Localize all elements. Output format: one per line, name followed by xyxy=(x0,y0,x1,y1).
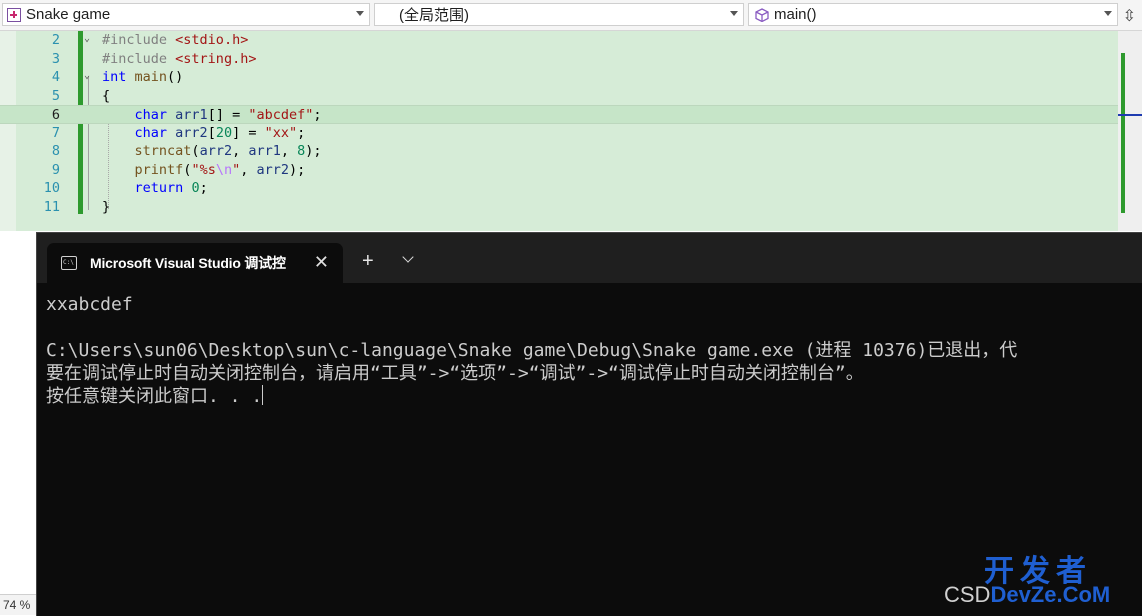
split-icon[interactable]: ⇳ xyxy=(1123,6,1136,26)
chevron-down-icon xyxy=(1104,11,1112,16)
close-icon[interactable]: ✕ xyxy=(314,253,329,271)
console-output-line: C:\Users\sun06\Desktop\sun\c-language\Sn… xyxy=(46,340,1018,361)
console-prompt-text: 按任意键关闭此窗口. . . xyxy=(46,386,263,407)
console-output-line: 按任意键关闭此窗口. . . xyxy=(46,385,264,408)
code-text: { xyxy=(102,87,111,104)
cube-icon xyxy=(755,7,769,22)
caret-position-marker xyxy=(1118,114,1142,116)
code-line: 9 printf("%s\n", arr2); xyxy=(0,161,1118,180)
fold-toggle-icon[interactable]: ⌄ xyxy=(84,71,93,81)
zoom-level[interactable]: 74 % xyxy=(0,594,36,615)
chevron-down-icon xyxy=(730,11,738,16)
console-tab-title: Microsoft Visual Studio 调试控 xyxy=(90,255,286,271)
watermark-brand: CSDDevZe.CoM xyxy=(944,582,1110,608)
code-text: int main() xyxy=(102,69,184,85)
change-marker xyxy=(1121,53,1125,213)
line-number: 8 xyxy=(51,143,60,159)
code-line: 7 char arr2[20] = "xx"; xyxy=(0,124,1118,143)
code-line: 8 strncat(arr2, arr1, 8); xyxy=(0,142,1118,161)
scope-dropdown[interactable]: (全局范围) xyxy=(374,3,744,26)
line-number: 4 xyxy=(51,69,60,85)
line-number: 9 xyxy=(51,161,60,178)
code-editor[interactable]: 2 ⌄ #include <stdio.h> 3 #include <strin… xyxy=(0,31,1118,231)
code-text: #include <stdio.h> xyxy=(102,32,249,48)
code-text: char arr2[20] = "xx"; xyxy=(134,124,306,141)
code-line: 11 } xyxy=(0,198,1118,217)
line-number: 7 xyxy=(51,124,60,141)
debug-console-window[interactable]: C:\ Microsoft Visual Studio 调试控 ✕ + xxab… xyxy=(36,232,1142,616)
member-dropdown[interactable]: main() xyxy=(748,3,1118,26)
plus-icon[interactable]: + xyxy=(362,251,374,271)
text-cursor xyxy=(262,385,264,405)
code-text: } xyxy=(102,198,111,215)
cmd-icon: C:\ xyxy=(61,256,77,270)
code-line: 2 ⌄ #include <stdio.h> xyxy=(0,31,1118,50)
line-number: 10 xyxy=(43,180,60,196)
code-line: 4 ⌄ int main() xyxy=(0,68,1118,87)
code-line: 3 #include <string.h> xyxy=(0,50,1118,69)
chevron-down-icon[interactable] xyxy=(402,251,414,263)
console-output-line: xxabcdef xyxy=(46,294,133,315)
watermark-prefix: CSD xyxy=(944,582,991,607)
member-dropdown-label: main() xyxy=(774,6,817,23)
current-code-line: 6 char arr1[] = "abcdef"; xyxy=(0,105,1118,124)
line-number: 3 xyxy=(51,50,60,67)
project-dropdown[interactable]: Snake game xyxy=(2,3,370,26)
code-text: char arr1[] = "abcdef"; xyxy=(134,107,322,123)
code-text: #include <string.h> xyxy=(102,50,257,67)
scope-dropdown-label: (全局范围) xyxy=(399,7,469,24)
code-line: 10 return 0; xyxy=(0,179,1118,198)
chevron-down-icon xyxy=(356,11,364,16)
project-dropdown-label: Snake game xyxy=(26,6,111,23)
code-text: strncat(arr2, arr1, 8); xyxy=(134,143,322,159)
console-output-line: 要在调试停止时自动关闭控制台，请启用“工具”->“选项”->“调试”->“调试停… xyxy=(46,363,864,384)
console-tab[interactable]: C:\ Microsoft Visual Studio 调试控 ✕ xyxy=(47,243,343,283)
line-number: 2 xyxy=(51,32,60,48)
fold-toggle-icon[interactable]: ⌄ xyxy=(84,34,93,44)
console-tab-bar: C:\ Microsoft Visual Studio 调试控 ✕ + xyxy=(37,233,1142,283)
line-number: 6 xyxy=(51,107,60,123)
project-icon xyxy=(7,7,21,22)
code-line: 5 { xyxy=(0,87,1118,106)
code-text: return 0; xyxy=(134,180,208,196)
line-number: 5 xyxy=(51,87,60,104)
code-text: printf("%s\n", arr2); xyxy=(134,161,306,178)
vertical-scrollbar[interactable] xyxy=(1118,31,1142,231)
watermark-site: DevZe.CoM xyxy=(990,582,1111,607)
line-number: 11 xyxy=(43,198,60,215)
navigation-bar: Snake game (全局范围) main() ⇳ xyxy=(0,0,1142,31)
